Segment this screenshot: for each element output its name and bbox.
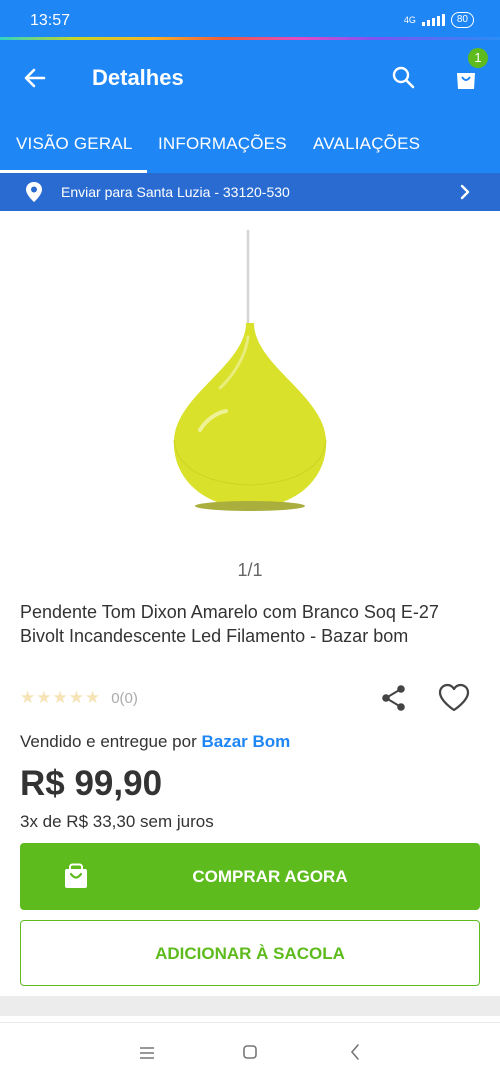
rating-stars: ★★★★★ (20, 688, 102, 707)
recent-apps-icon[interactable] (138, 1045, 156, 1061)
heart-icon (438, 683, 470, 712)
cart-count-badge: 1 (468, 48, 488, 68)
status-icons: 4G 80 (404, 12, 474, 28)
seller-prefix: Vendido e entregue por (20, 732, 197, 751)
shipping-label: Enviar para Santa Luzia - 33120-530 (61, 184, 290, 200)
gallery-pager: 1/1 (237, 560, 263, 580)
seller-name-link[interactable]: Bazar Bom (202, 732, 291, 751)
product-price: R$ 99,90 (20, 764, 163, 803)
battery-icon: 80 (450, 12, 474, 28)
app-bar: Detalhes 1 (0, 40, 500, 116)
system-back-icon[interactable] (348, 1043, 362, 1061)
seller-info: Vendido e entregue por Bazar Bom (20, 732, 290, 752)
favorite-button[interactable] (436, 680, 472, 716)
search-button[interactable] (386, 60, 422, 96)
search-icon (392, 66, 415, 89)
product-rating[interactable]: ★★★★★ 0(0) (20, 688, 138, 708)
product-title: Pendente Tom Dixon Amarelo com Branco So… (20, 602, 439, 646)
rating-count: 0(0) (111, 689, 138, 707)
chevron-right-icon (460, 184, 470, 200)
status-time: 13:57 (30, 12, 71, 29)
buy-now-label: COMPRAR AGORA (192, 867, 348, 886)
page-title: Detalhes (92, 65, 184, 90)
system-navigation-bar (0, 1022, 500, 1082)
home-icon[interactable] (242, 1044, 258, 1060)
share-icon (382, 685, 405, 711)
tab-reviews[interactable]: AVALIAÇÕES (313, 134, 420, 154)
product-image[interactable] (160, 225, 340, 525)
battery-level: 80 (456, 14, 468, 25)
add-to-bag-label: ADICIONAR À SACOLA (155, 944, 345, 963)
status-bar: 13:57 4G 80 (0, 0, 500, 37)
network-type: 4G (403, 15, 416, 25)
back-button[interactable] (18, 60, 54, 96)
tab-information[interactable]: INFORMAÇÕES (158, 134, 287, 154)
tab-bar: VISÃO GERAL INFORMAÇÕES AVALIAÇÕES (0, 116, 500, 173)
installments-info: 3x de R$ 33,30 sem juros (20, 812, 214, 831)
signal-icon (421, 14, 445, 26)
arrow-left-icon (24, 68, 46, 88)
shipping-location-bar[interactable]: Enviar para Santa Luzia - 33120-530 (0, 173, 500, 211)
section-divider (0, 996, 500, 1016)
buy-now-button[interactable]: COMPRAR AGORA (20, 843, 480, 910)
share-button[interactable] (378, 682, 410, 714)
tab-overview[interactable]: VISÃO GERAL (0, 134, 147, 173)
location-pin-icon (26, 182, 42, 202)
add-to-bag-button[interactable]: ADICIONAR À SACOLA (20, 920, 480, 986)
